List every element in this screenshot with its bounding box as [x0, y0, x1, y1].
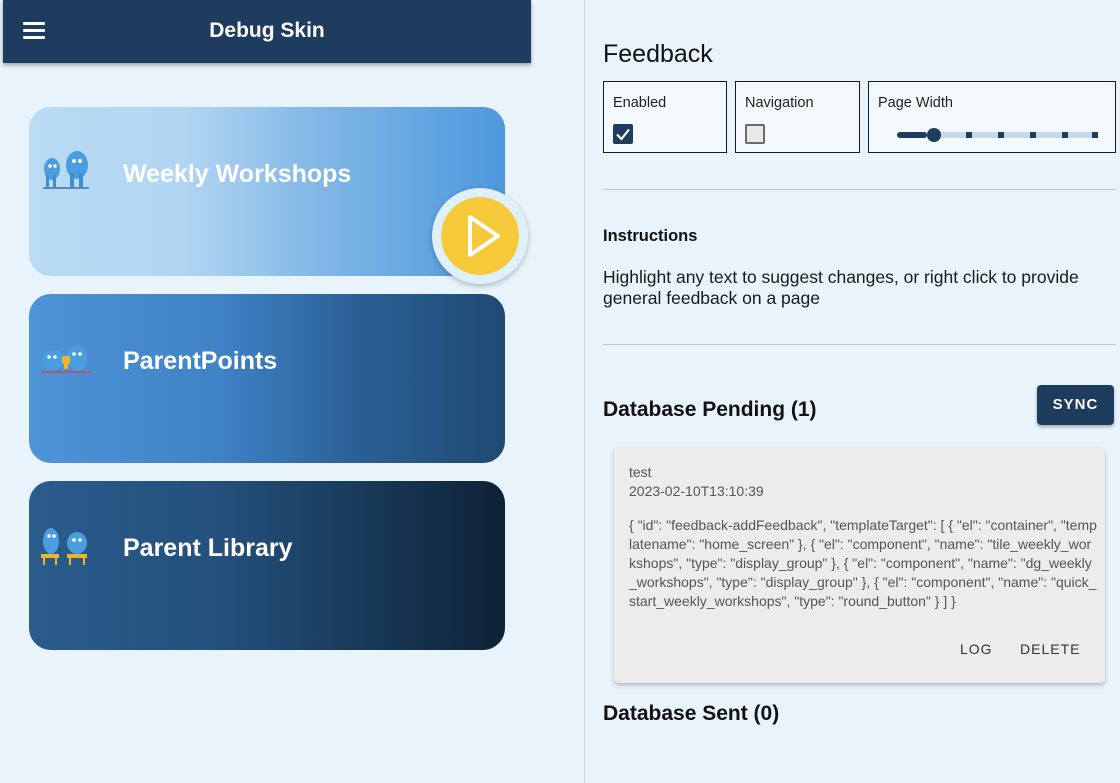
slider-tick — [998, 132, 1004, 138]
entry-title: test — [629, 464, 652, 480]
option-label: Navigation — [745, 95, 814, 111]
tile-label: Weekly Workshops — [123, 160, 352, 188]
slider-tick — [1030, 132, 1036, 138]
characters-icon — [41, 345, 91, 373]
sent-heading: Database Sent (0) — [603, 702, 780, 725]
divider — [603, 189, 1116, 190]
feedback-heading: Feedback — [603, 40, 713, 68]
delete-button[interactable]: DELETE — [1020, 641, 1080, 657]
log-button[interactable]: LOG — [960, 641, 993, 657]
checkmark-icon — [616, 128, 630, 141]
characters-icon — [41, 528, 87, 565]
pending-entry-card: test 2023-02-10T13:10:39 { "id": "feedba… — [614, 448, 1105, 683]
app-bar: Debug Skin — [3, 0, 531, 63]
option-enabled: Enabled — [603, 81, 727, 153]
play-icon — [468, 215, 500, 257]
option-label: Page Width — [878, 95, 953, 111]
tile-parentpoints[interactable]: ParentPoints — [29, 294, 505, 463]
slider-fill — [897, 132, 927, 138]
slider-tick — [1062, 132, 1068, 138]
app-title: Debug Skin — [209, 19, 325, 42]
page-width-slider[interactable] — [897, 128, 1098, 142]
divider — [603, 344, 1116, 345]
slider-tick — [966, 132, 972, 138]
feedback-panel: Feedback Enabled Navigation Page Width I… — [585, 0, 1120, 783]
option-navigation: Navigation — [735, 81, 860, 153]
enabled-checkbox[interactable] — [613, 124, 633, 144]
option-page-width: Page Width — [868, 81, 1116, 153]
characters-icon — [43, 151, 89, 189]
sync-button[interactable]: SYNC — [1037, 385, 1114, 425]
play-button[interactable] — [432, 188, 528, 284]
slider-thumb[interactable] — [927, 128, 941, 142]
pending-heading: Database Pending (1) — [603, 398, 817, 421]
slider-tick — [1092, 132, 1098, 138]
instructions-text: Highlight any text to suggest changes, o… — [603, 267, 1079, 308]
entry-timestamp: 2023-02-10T13:10:39 — [629, 483, 764, 499]
tile-label: ParentPoints — [123, 347, 278, 375]
option-label: Enabled — [613, 95, 667, 111]
entry-body: { "id": "feedback-addFeedback", "templat… — [629, 517, 1097, 609]
instructions-title: Instructions — [603, 227, 698, 245]
navigation-checkbox[interactable] — [745, 124, 765, 144]
tile-parent-library[interactable]: Parent Library — [29, 481, 505, 650]
tile-label: Parent Library — [123, 534, 293, 562]
left-panel: Debug Skin Weekly Workshops ParentPoints… — [0, 0, 584, 783]
